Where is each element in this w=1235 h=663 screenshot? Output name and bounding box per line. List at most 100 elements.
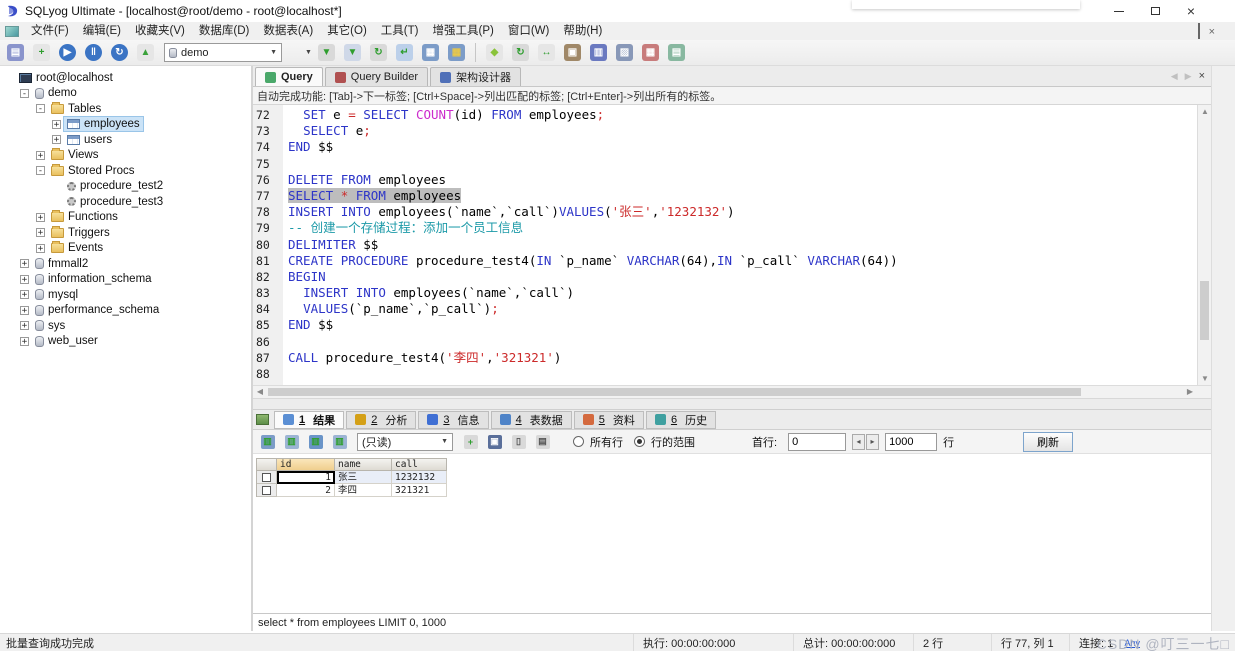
save-changes-icon[interactable]: ▣ <box>484 432 505 451</box>
scroll-tabs-left-icon[interactable]: ◀ <box>1171 71 1178 82</box>
tree-item-procedure-test2[interactable]: procedure_test2 <box>0 179 251 195</box>
scrollbar-thumb[interactable] <box>1200 281 1209 340</box>
close-tab-icon[interactable]: × <box>1199 70 1205 82</box>
expand-icon[interactable]: + <box>20 337 29 346</box>
cell-call[interactable]: 1232132 <box>392 471 447 484</box>
connect-icon[interactable]: ▶ <box>55 42 80 64</box>
tab-query[interactable]: Query <box>255 67 323 86</box>
result-tab-item[interactable]: 5 资料 <box>574 411 644 429</box>
delete-row-icon[interactable]: ▯ <box>508 432 529 451</box>
expand-icon[interactable]: + <box>36 228 45 237</box>
tree-item-mysql[interactable]: +mysql <box>0 287 251 303</box>
collapse-icon[interactable]: - <box>36 166 45 175</box>
row-selector[interactable] <box>257 484 277 497</box>
menu-item-h[interactable]: 帮助(H) <box>556 22 609 40</box>
result-mode-dropdown[interactable]: (只读) ▼ <box>357 433 453 451</box>
schema-sync-icon[interactable]: ▤ <box>664 42 689 64</box>
first-row-input[interactable] <box>788 433 846 451</box>
explain-query-icon[interactable]: ▼ <box>340 42 365 64</box>
flush-tools-icon[interactable]: ▦ <box>638 42 663 64</box>
expand-icon[interactable]: + <box>36 244 45 253</box>
menu-item-v[interactable]: 收藏夹(V) <box>128 22 192 40</box>
disconnect-icon[interactable]: ‖ <box>81 42 106 64</box>
all-rows-radio[interactable] <box>573 436 584 447</box>
menu-item-p[interactable]: 增强工具(P) <box>425 22 500 40</box>
cell-name[interactable]: 张三 <box>335 471 392 484</box>
scrollbar-thumb[interactable] <box>268 388 1081 396</box>
tree-item-functions[interactable]: +Functions <box>0 210 251 226</box>
tab-item[interactable]: 架构设计器 <box>430 67 521 86</box>
export-data-icon[interactable]: ▥ <box>281 432 302 451</box>
expand-icon[interactable]: + <box>36 213 45 222</box>
cell-id[interactable]: 1 <box>277 471 335 484</box>
menu-item-a[interactable]: 数据表(A) <box>256 22 320 40</box>
menu-item-t[interactable]: 工具(T) <box>374 22 426 40</box>
tree-item-procedure-test3[interactable]: procedure_test3 <box>0 194 251 210</box>
row-count-input[interactable] <box>885 433 937 451</box>
tree-item-stored-procs[interactable]: -Stored Procs <box>0 163 251 179</box>
execute-query-icon[interactable]: ▼ <box>314 42 339 64</box>
collapse-icon[interactable]: - <box>20 89 29 98</box>
cell-id[interactable]: 2 <box>277 484 335 497</box>
collapse-icon[interactable]: - <box>36 104 45 113</box>
column-header-call[interactable]: call <box>392 459 447 471</box>
menu-item-d[interactable]: 数据库(D) <box>192 22 256 40</box>
table-data-icon[interactable]: ▦ <box>418 42 443 64</box>
new-connection-icon[interactable]: ▤ <box>3 42 28 64</box>
scroll-down-icon[interactable]: ▼ <box>1198 374 1211 383</box>
user-manager-button[interactable]: ▼ <box>288 42 313 64</box>
tree-item-employees[interactable]: +employees <box>0 117 251 133</box>
migrate-icon[interactable]: ▣ <box>560 42 585 64</box>
row-range-radio[interactable] <box>634 436 645 447</box>
menu-item-o[interactable]: 其它(O) <box>320 22 374 40</box>
menu-item-w[interactable]: 窗口(W) <box>501 22 557 40</box>
mdi-close-button[interactable]: × <box>1209 24 1215 38</box>
tree-item-users[interactable]: +users <box>0 132 251 148</box>
new-query-tab-icon[interactable]: + <box>29 42 54 64</box>
maximize-button[interactable] <box>1137 1 1173 21</box>
result-tab-item[interactable]: 3 信息 <box>418 411 488 429</box>
editor-horizontal-scrollbar[interactable]: ◀ ▶ <box>253 385 1211 398</box>
expand-icon[interactable]: + <box>36 151 45 160</box>
tree-item-performance-schema[interactable]: +performance_schema <box>0 303 251 319</box>
scroll-up-icon[interactable]: ▲ <box>1198 107 1211 116</box>
column-header-id[interactable]: id <box>277 459 335 471</box>
import-data-icon[interactable]: ▥ <box>257 432 278 451</box>
menu-item-e[interactable]: 编辑(E) <box>76 22 128 40</box>
expand-icon[interactable]: + <box>52 120 61 129</box>
row-checkbox[interactable] <box>262 486 271 495</box>
tree-item-web-user[interactable]: +web_user <box>0 334 251 350</box>
web-refresh-icon[interactable]: ↻ <box>107 42 132 64</box>
minimize-button[interactable] <box>1101 1 1137 21</box>
sync-data-icon[interactable]: ↔ <box>534 42 559 64</box>
expand-icon[interactable]: + <box>52 135 61 144</box>
row-checkbox[interactable] <box>262 473 271 482</box>
export-formats-icon[interactable]: ▥ <box>329 432 350 451</box>
mdi-restore-button[interactable] <box>1198 24 1200 38</box>
tree-item-views[interactable]: +Views <box>0 148 251 164</box>
refresh-database-icon[interactable]: ↻ <box>366 42 391 64</box>
result-tab-item[interactable]: 1 结果 <box>274 411 344 429</box>
result-tab-item[interactable]: 2 分析 <box>346 411 416 429</box>
cell-name[interactable]: 李四 <box>335 484 392 497</box>
tree-item-events[interactable]: +Events <box>0 241 251 257</box>
tree-item-tables[interactable]: -Tables <box>0 101 251 117</box>
sql-editor[interactable]: 72 SET e = SELECT COUNT(id) FROM employe… <box>253 105 1211 398</box>
tree-item-demo[interactable]: -demo <box>0 86 251 102</box>
expand-icon[interactable]: + <box>20 290 29 299</box>
tree-item-triggers[interactable]: +Triggers <box>0 225 251 241</box>
expand-icon[interactable]: + <box>20 259 29 268</box>
expand-icon[interactable]: + <box>20 321 29 330</box>
scroll-tabs-right-icon[interactable]: ▶ <box>1185 71 1192 82</box>
next-page-icon[interactable]: ▸ <box>866 434 879 450</box>
tree-item-information-schema[interactable]: +information_schema <box>0 272 251 288</box>
expand-icon[interactable]: + <box>20 306 29 315</box>
database-selector[interactable]: demo ▼ <box>164 43 282 62</box>
manage-index-icon[interactable]: ▦ <box>444 42 469 64</box>
close-button[interactable]: × <box>1173 1 1209 21</box>
pane-splitter[interactable] <box>253 398 1211 410</box>
copy-database-icon[interactable]: ▥ <box>586 42 611 64</box>
favorites-icon[interactable]: ▲ <box>133 42 158 64</box>
tree-item-sys[interactable]: +sys <box>0 318 251 334</box>
duplicate-row-icon[interactable]: ▤ <box>532 432 553 451</box>
